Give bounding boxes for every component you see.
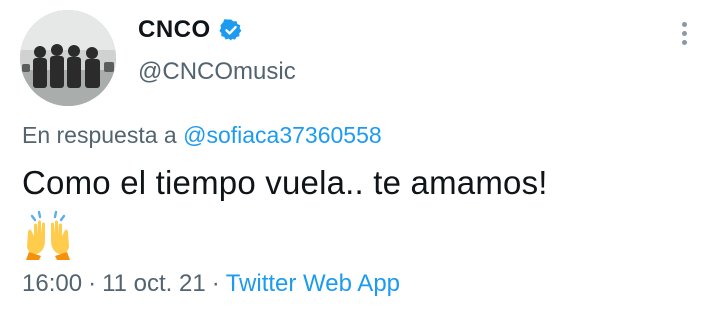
tweet-card: CNCO @CNCOmusic En respuesta a @sofiaca3… [0, 0, 720, 309]
display-name[interactable]: CNCO [138, 16, 211, 44]
separator: · [88, 270, 97, 297]
dot [681, 21, 687, 27]
more-options-icon[interactable] [672, 18, 696, 48]
tweet-date[interactable]: 11 oct. 21 [102, 270, 206, 297]
reply-prefix: En respuesta a [22, 122, 177, 148]
dot [681, 30, 687, 36]
tweet-text: Como el tiempo vuela.. te amamos! [22, 164, 548, 201]
author-handle[interactable]: @CNCOmusic [138, 58, 296, 86]
avatar-photo [20, 10, 116, 106]
reply-handle-link[interactable]: @sofiaca37360558 [183, 122, 382, 148]
raising-hands-emoji [22, 208, 74, 260]
tweet-time[interactable]: 16:00 [22, 270, 82, 297]
verified-badge-icon [219, 18, 243, 42]
tweet-metadata: 16:00 · 11 oct. 21 · Twitter Web App [22, 270, 400, 298]
reply-context: En respuesta a @sofiaca37360558 [22, 122, 382, 149]
source-link[interactable]: Twitter Web App [226, 270, 400, 297]
author-name-row: CNCO [138, 16, 243, 44]
dot [681, 39, 687, 45]
separator: · [211, 270, 220, 297]
avatar[interactable] [20, 10, 116, 106]
